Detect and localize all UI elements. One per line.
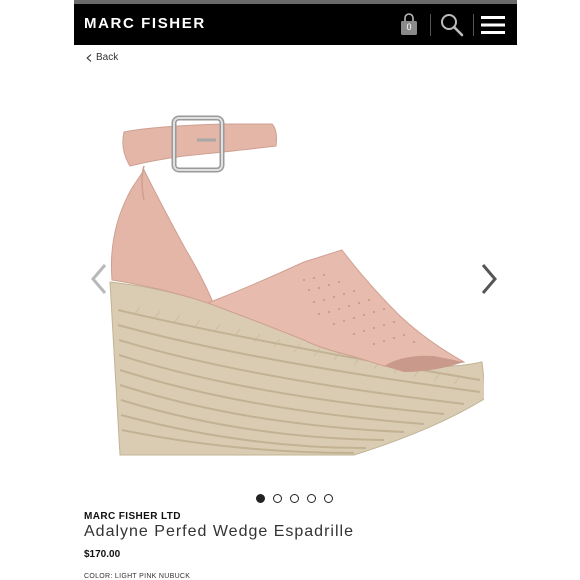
chevron-left-icon — [86, 53, 92, 62]
search-button[interactable] — [439, 12, 465, 38]
shopping-bag-button[interactable]: 0 — [398, 13, 420, 37]
carousel-dot[interactable] — [256, 494, 265, 503]
carousel-dot[interactable] — [324, 494, 333, 503]
menu-icon — [481, 16, 505, 34]
product-title: Adalyne Perfed Wedge Espadrille — [84, 523, 354, 540]
menu-button[interactable] — [480, 14, 506, 36]
back-label: Back — [96, 52, 119, 63]
carousel-dot[interactable] — [290, 494, 299, 503]
divider — [473, 14, 474, 36]
back-link[interactable]: Back — [86, 52, 118, 63]
product-page: MARC FISHER 0 Back MARC FISHER LTD Adaly… — [74, 0, 517, 580]
product-price: $170.00 — [84, 549, 121, 560]
header-bar: MARC FISHER 0 — [74, 0, 517, 45]
brand-logo[interactable]: MARC FISHER — [84, 15, 206, 32]
product-brand: MARC FISHER LTD — [84, 511, 181, 522]
carousel-dot[interactable] — [273, 494, 282, 503]
carousel-indicators — [256, 494, 333, 503]
search-icon — [441, 14, 464, 37]
product-image — [109, 115, 484, 456]
bag-count: 0 — [406, 22, 412, 32]
carousel-dot[interactable] — [307, 494, 316, 503]
divider — [430, 14, 431, 36]
chevron-right-icon — [481, 264, 497, 294]
product-color: COLOR: LIGHT PINK NUBUCK — [84, 573, 191, 580]
carousel-next-button[interactable] — [478, 262, 500, 296]
